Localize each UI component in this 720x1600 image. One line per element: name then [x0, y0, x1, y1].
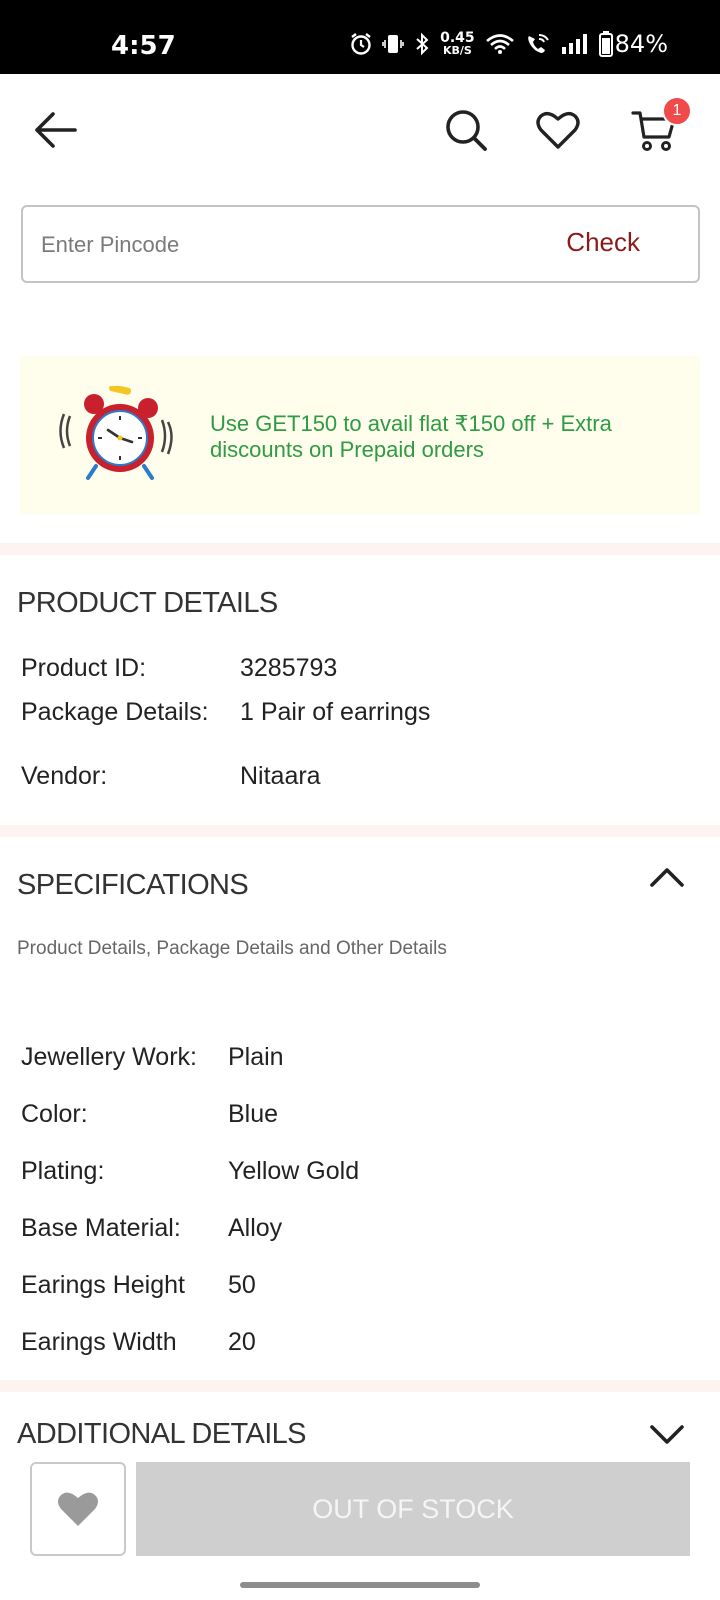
- back-arrow-icon: [35, 112, 77, 148]
- status-bar: 4:57 0.45 KB/S 84%: [0, 0, 720, 74]
- product-details-title: PRODUCT DETAILS: [17, 587, 278, 619]
- app-header: 1: [0, 74, 720, 186]
- pincode-box: Check: [21, 205, 700, 283]
- vibrate-icon: [382, 35, 404, 53]
- heart-icon: [536, 111, 580, 149]
- battery-icon: [598, 31, 613, 57]
- out-of-stock-button[interactable]: OUT OF STOCK: [136, 1462, 690, 1556]
- heart-filled-icon: [58, 1492, 98, 1526]
- wifi-icon: [485, 34, 514, 54]
- pincode-input[interactable]: [41, 227, 501, 263]
- spec-label: Base Material:: [21, 1214, 181, 1242]
- product-id-label: Product ID:: [21, 654, 147, 682]
- search-button[interactable]: [440, 104, 492, 156]
- signal-icon: [561, 34, 587, 54]
- section-divider: [0, 1380, 720, 1392]
- vendor-label: Vendor:: [21, 762, 108, 790]
- spec-label: Color:: [21, 1100, 88, 1128]
- search-icon: [446, 110, 487, 151]
- spec-label: Earings Height: [21, 1271, 185, 1299]
- specifications-title[interactable]: SPECIFICATIONS: [17, 869, 249, 902]
- package-details-label: Package Details:: [21, 698, 209, 726]
- status-time: 4:57: [111, 31, 176, 61]
- alarm-clock-icon: [59, 386, 173, 480]
- product-id-value: 3285793: [240, 654, 338, 682]
- spec-value: Plain: [228, 1043, 284, 1071]
- spec-value: Alloy: [228, 1214, 283, 1242]
- alarm-icon: [351, 33, 371, 55]
- chevron-down-icon[interactable]: [648, 1422, 686, 1448]
- spec-value: Blue: [228, 1100, 279, 1128]
- battery-percent: 84%: [614, 30, 668, 58]
- cart-count-badge: 1: [662, 96, 692, 126]
- spec-value: Yellow Gold: [228, 1157, 360, 1185]
- section-divider: [0, 543, 720, 555]
- bottom-action-bar: OUT OF STOCK: [0, 1452, 720, 1562]
- section-divider: [0, 825, 720, 837]
- spec-value: 20: [228, 1328, 256, 1356]
- check-button[interactable]: Check: [566, 227, 640, 258]
- promo-banner: Use GET150 to avail flat ₹150 off + Extr…: [20, 356, 700, 514]
- additional-details-title[interactable]: ADDITIONAL DETAILS: [17, 1418, 307, 1451]
- net-speed-unit: KB/S: [442, 44, 472, 57]
- package-details-value: 1 Pair of earrings: [240, 698, 431, 726]
- bluetooth-icon: [416, 32, 429, 56]
- promo-text: Use GET150 to avail flat ₹150 off + Extr…: [210, 411, 612, 462]
- chevron-up-icon[interactable]: [648, 864, 686, 890]
- back-button[interactable]: [30, 104, 82, 156]
- specifications-subtitle: Product Details, Package Details and Oth…: [17, 938, 447, 959]
- cart-button[interactable]: 1: [626, 96, 692, 156]
- spec-value: 50: [228, 1271, 256, 1299]
- spec-label: Jewellery Work:: [21, 1043, 197, 1071]
- gesture-nav-handle[interactable]: [240, 1582, 480, 1588]
- wifi-call-icon: [527, 34, 549, 53]
- vendor-value: Nitaara: [240, 762, 321, 790]
- net-speed: 0.45 KB/S: [440, 31, 475, 57]
- add-to-wishlist-button[interactable]: [30, 1462, 126, 1556]
- spec-label: Earings Width: [21, 1328, 177, 1356]
- wishlist-button[interactable]: [532, 104, 584, 156]
- status-icons: 0.45 KB/S 84%: [350, 30, 668, 58]
- spec-label: Plating:: [21, 1157, 105, 1185]
